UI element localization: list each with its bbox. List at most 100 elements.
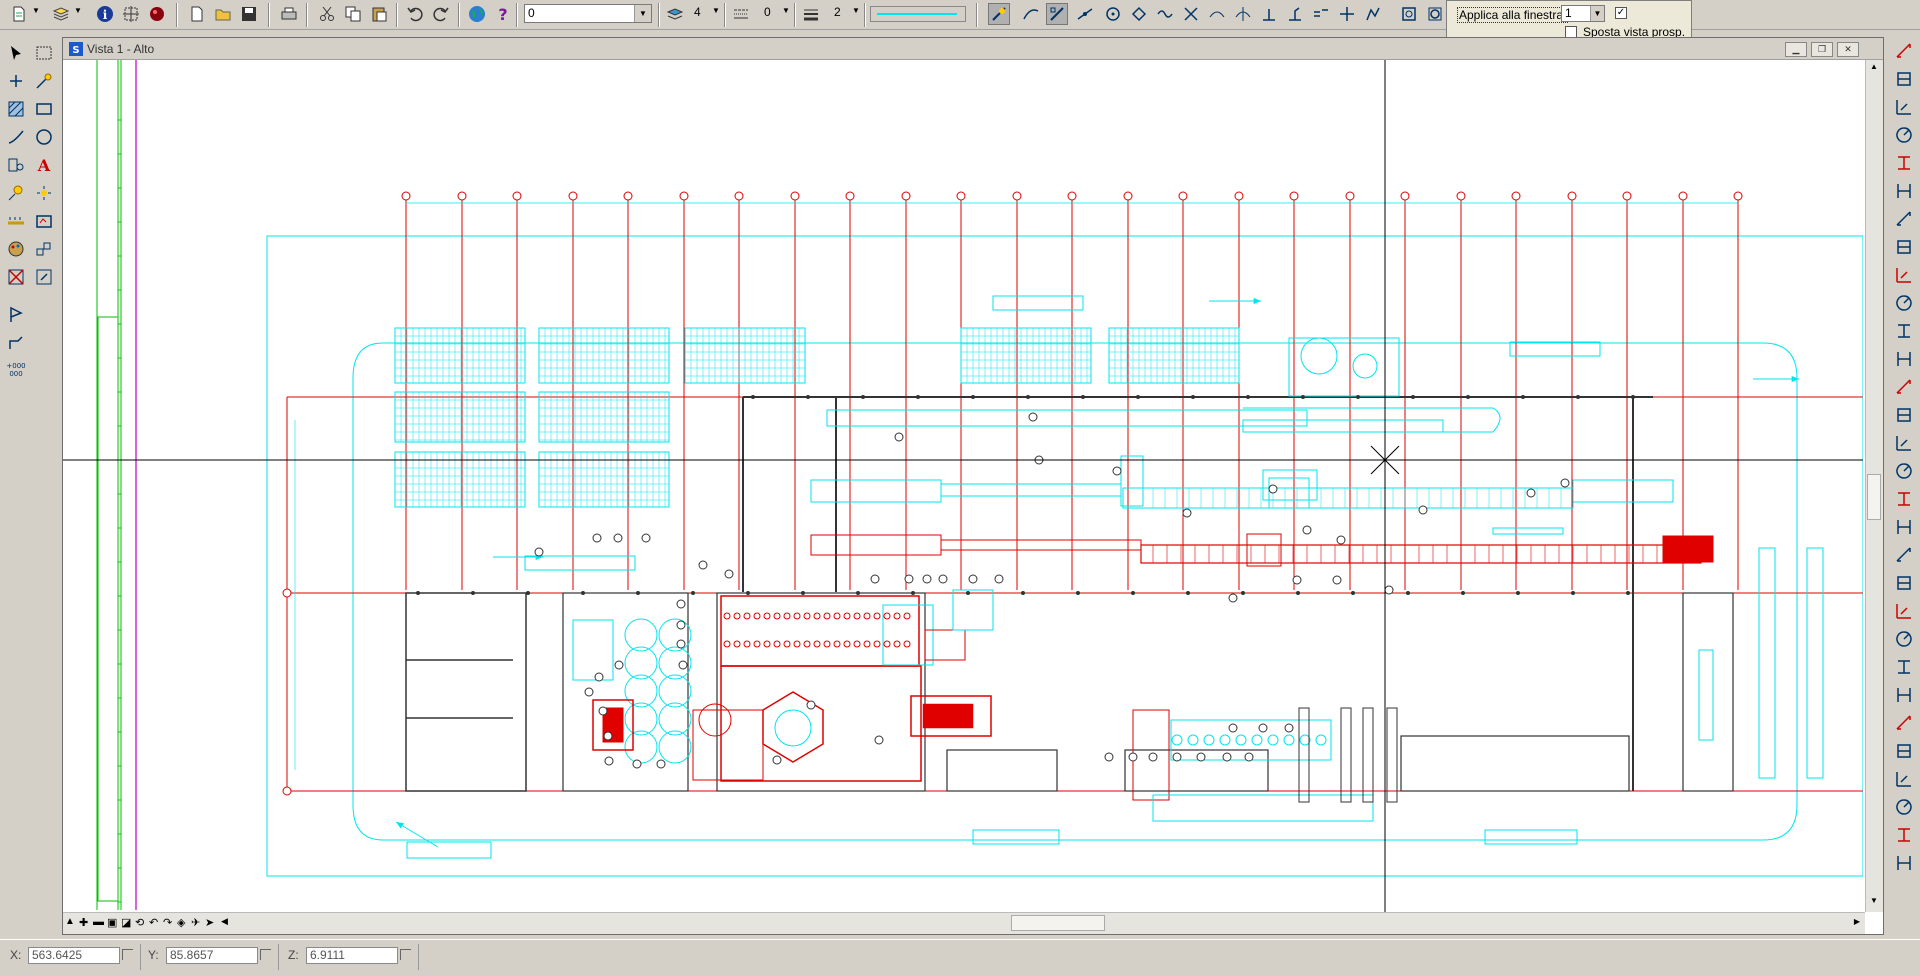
zoom-all-icon[interactable]: ◪ <box>121 916 131 929</box>
undo-icon[interactable] <box>404 3 426 25</box>
snap-extension-icon[interactable] <box>1232 3 1254 25</box>
print-icon[interactable] <box>278 3 300 25</box>
snap-apparent-icon[interactable] <box>1206 3 1228 25</box>
point-icon[interactable] <box>4 69 28 93</box>
hatch-icon[interactable] <box>4 97 28 121</box>
dim-baseline-icon[interactable] <box>1892 207 1916 231</box>
zoom-in-icon[interactable]: ✚ <box>79 916 88 929</box>
constraint-symmetric-icon[interactable] <box>1892 823 1916 847</box>
dim-linear-icon[interactable] <box>1892 39 1916 63</box>
restore-button[interactable]: ❐ <box>1811 42 1833 57</box>
shade-icon[interactable]: ◈ <box>177 916 185 929</box>
dim-arc-icon[interactable] <box>1892 347 1916 371</box>
scroll-down-icon[interactable]: ▼ <box>1868 896 1880 908</box>
lineweight-icon[interactable] <box>800 3 822 25</box>
snap-intersection-icon[interactable] <box>1180 3 1202 25</box>
coordinates-icon[interactable]: +000 000 <box>4 357 28 381</box>
measure-icon[interactable] <box>4 209 28 233</box>
zoom-out-icon[interactable]: ▬ <box>93 916 104 928</box>
zoom-window-small-icon[interactable]: ▣ <box>107 916 117 929</box>
layers-icon[interactable] <box>50 3 72 25</box>
constraint-parallel-icon[interactable] <box>1892 711 1916 735</box>
select-arrow-icon[interactable] <box>4 41 28 65</box>
snap-grid-icon[interactable] <box>1046 3 1068 25</box>
snap-center-icon[interactable] <box>1102 3 1124 25</box>
chevron-down-icon[interactable]: ▼ <box>782 6 790 15</box>
zoom-extents-icon[interactable] <box>1424 3 1446 25</box>
snap-quadrant-icon[interactable] <box>1128 3 1150 25</box>
regen-icon[interactable]: ⟲ <box>135 916 144 929</box>
dim-ordinate-icon[interactable] <box>1892 179 1916 203</box>
dim-tolerance-icon[interactable] <box>1892 291 1916 315</box>
rectangle-icon[interactable] <box>32 97 56 121</box>
block-icon[interactable] <box>32 237 56 261</box>
orbit-icon[interactable]: ↶ <box>149 916 158 929</box>
dim-text-icon[interactable] <box>1892 599 1916 623</box>
minimize-button[interactable]: ▁ <box>1785 42 1807 57</box>
snap-nearest-icon[interactable] <box>1362 3 1384 25</box>
x-lock-checkbox[interactable] <box>122 949 133 960</box>
constraint-concentric-icon[interactable] <box>1892 683 1916 707</box>
current-color-swatch[interactable] <box>870 6 966 22</box>
dim-space-icon[interactable] <box>1892 403 1916 427</box>
snap-node-icon[interactable] <box>1310 3 1332 25</box>
frame-icon[interactable] <box>32 209 56 233</box>
dim-continue-icon[interactable] <box>1892 235 1916 259</box>
linetype-icon[interactable] <box>730 3 752 25</box>
y-coordinate-field[interactable]: 85.8657 <box>166 947 258 964</box>
open-folder-icon[interactable] <box>212 3 234 25</box>
constraint-fix-icon[interactable] <box>1892 795 1916 819</box>
dim-radius-icon[interactable] <box>1892 123 1916 147</box>
snap-toggle-icon[interactable] <box>988 3 1010 25</box>
dim-reassoc-icon[interactable] <box>1892 627 1916 651</box>
constraint-coincident-icon[interactable] <box>1892 655 1916 679</box>
paste-icon[interactable] <box>368 3 390 25</box>
snap-perpendicular-icon[interactable] <box>1258 3 1280 25</box>
chevron-down-icon[interactable]: ▼ <box>32 6 40 15</box>
text-icon[interactable]: A <box>32 153 56 177</box>
scroll-up-icon[interactable]: ▲ <box>1868 62 1880 74</box>
dim-edit-icon[interactable] <box>1892 571 1916 595</box>
constraint-tangent-icon[interactable] <box>1892 767 1916 791</box>
dim-update-icon[interactable] <box>1892 487 1916 511</box>
apply-window-checkbox[interactable]: ✓ <box>1615 7 1627 19</box>
view-title-bar[interactable]: S Vista 1 - Alto ▁ ❐ ✕ <box>63 38 1883 60</box>
chevron-down-icon[interactable]: ▼ <box>74 6 82 15</box>
scroll-left-icon[interactable]: ◀ <box>221 916 228 927</box>
zoom-window-icon[interactable] <box>1398 3 1420 25</box>
selection-frame-icon[interactable] <box>120 3 142 25</box>
new-file-menu-icon[interactable] <box>8 3 30 25</box>
dim-override-icon[interactable] <box>1892 543 1916 567</box>
light-icon[interactable] <box>4 181 28 205</box>
line-icon[interactable] <box>4 125 28 149</box>
horizontal-scrollbar[interactable]: ▲ ✚ ▬ ▣ ◪ ⟲ ↶ ↷ ◈ ✈ ➤ ◀ ▶ <box>63 912 1865 934</box>
dim-jog-icon[interactable] <box>1892 375 1916 399</box>
drawing-canvas[interactable] <box>63 60 1863 912</box>
z-coordinate-field[interactable]: 6.9111 <box>306 947 398 964</box>
palette-icon[interactable] <box>4 237 28 261</box>
dim-angular-icon[interactable] <box>1892 95 1916 119</box>
globe-icon[interactable] <box>466 3 488 25</box>
fly-icon[interactable]: ✈ <box>191 916 200 929</box>
chevron-down-icon[interactable]: ▼ <box>712 6 720 15</box>
polyline-icon[interactable] <box>4 331 28 355</box>
copy-icon[interactable] <box>342 3 364 25</box>
snap-endpoint-icon[interactable] <box>1020 3 1042 25</box>
chevron-down-icon[interactable]: ▼ <box>852 6 860 15</box>
delete-icon[interactable] <box>4 265 28 289</box>
constraint-perp-icon[interactable] <box>1892 739 1916 763</box>
dim-leader-icon[interactable] <box>1892 263 1916 287</box>
pan-icon[interactable]: ▲ <box>65 916 75 927</box>
vertical-scrollbar[interactable]: ▲ ▼ <box>1865 60 1883 912</box>
new-document-icon[interactable] <box>186 3 208 25</box>
scroll-right-icon[interactable]: ▶ <box>1851 917 1863 929</box>
z-lock-checkbox[interactable] <box>400 949 411 960</box>
select-window-icon[interactable] <box>32 41 56 65</box>
y-lock-checkbox[interactable] <box>260 949 271 960</box>
dim-center-icon[interactable] <box>1892 319 1916 343</box>
snap-parallel-icon[interactable] <box>1284 3 1306 25</box>
dim-diameter-icon[interactable] <box>1892 151 1916 175</box>
layer-select[interactable]: 0 ▼ <box>524 4 652 23</box>
dimension-icon[interactable] <box>4 153 28 177</box>
apply-window-select[interactable]: 1 ▼ <box>1561 5 1605 22</box>
